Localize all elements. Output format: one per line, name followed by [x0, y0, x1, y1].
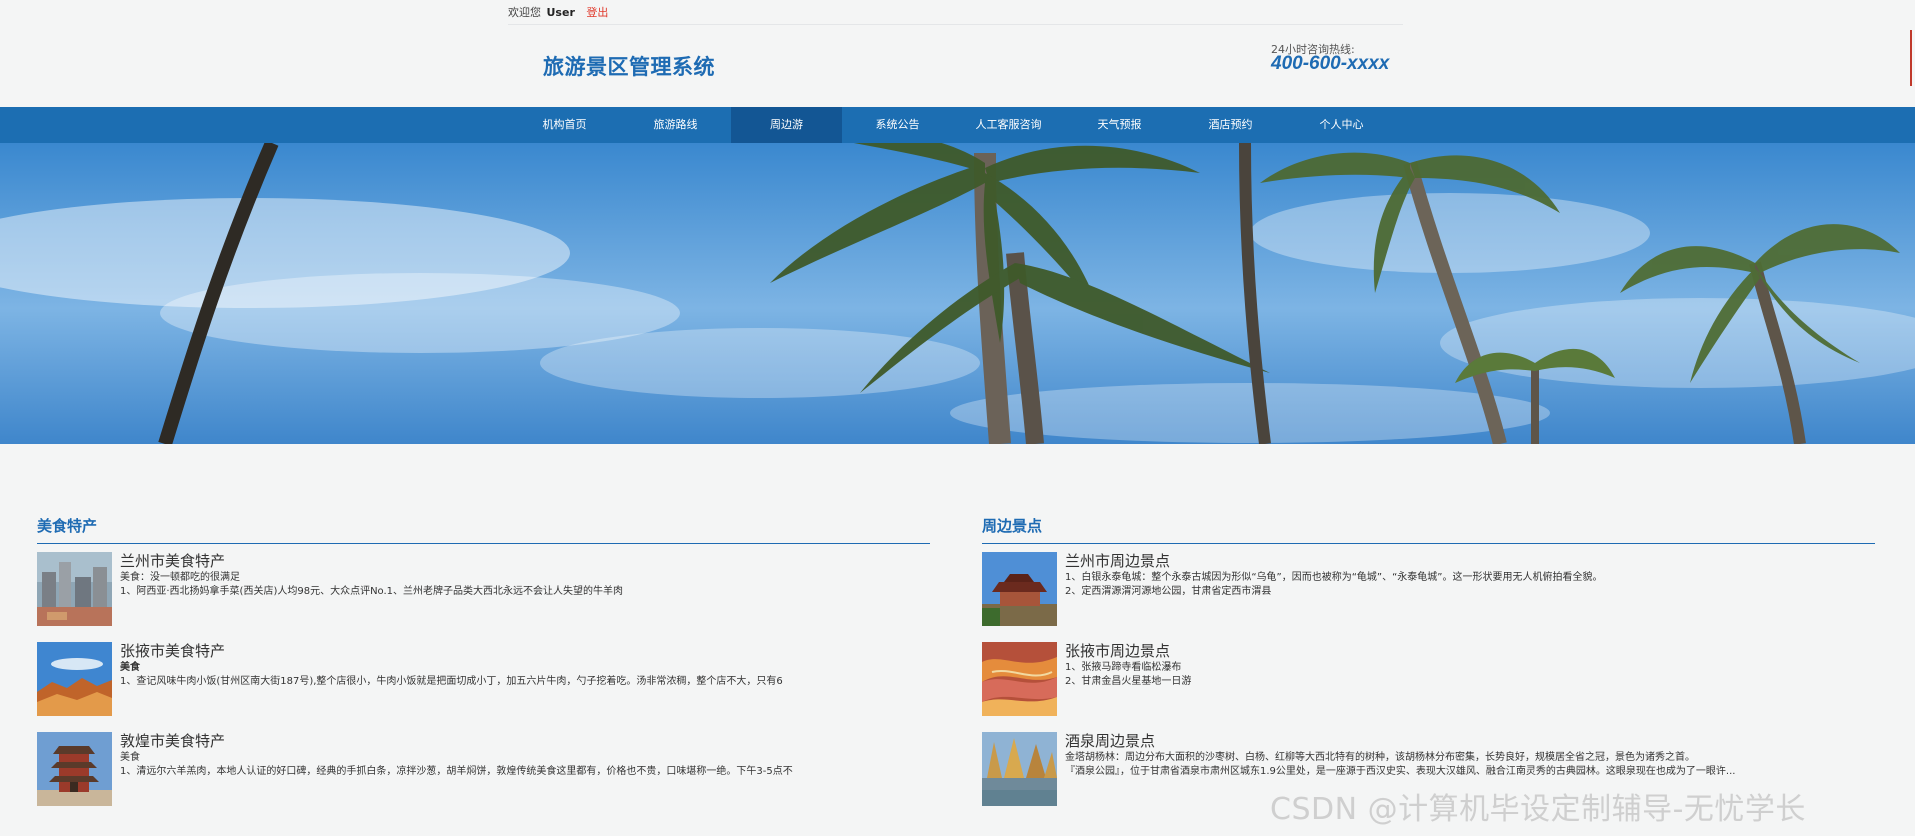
spot-item-title[interactable]: 张掖市周边景点	[1065, 642, 1875, 661]
hotline-number: 400-600-xxxx	[1271, 53, 1390, 74]
spot-item-title[interactable]: 兰州市周边景点	[1065, 552, 1875, 571]
food-item-subtitle: 美食	[120, 662, 140, 673]
spot-item-line-2: 2、定西渭源渭河源地公园，甘肃省定西市渭县	[1065, 586, 1272, 597]
nav-item-hotel[interactable]: 酒店预约	[1175, 107, 1286, 143]
food-item-description: 1、查记风味牛肉小饭(甘州区南大街187号),整个店很小，牛肉小饭就是把面切成小…	[120, 676, 783, 687]
spots-section: 周边景点 兰州市周边景点 1、白银永泰龟城：整个永泰古城因为形似“乌龟”，因而也…	[982, 514, 1875, 814]
spot-item-lanzhou[interactable]: 兰州市周边景点 1、白银永泰龟城：整个永泰古城因为形似“乌龟”，因而也被称为“龟…	[982, 552, 1875, 634]
food-thumbnail-zhangye[interactable]	[37, 642, 112, 716]
food-item-title[interactable]: 张掖市美食特产	[120, 642, 930, 661]
food-item-lanzhou[interactable]: 兰州市美食特产 美食：没一顿都吃的很满足 1、阿西亚·西北扬妈拿手菜(西关店)人…	[37, 552, 930, 634]
spot-thumbnail-jiuquan[interactable]	[982, 732, 1057, 806]
welcome-text: 欢迎您	[508, 6, 541, 19]
food-item-title[interactable]: 敦煌市美食特产	[120, 732, 930, 751]
food-item-zhangye[interactable]: 张掖市美食特产 美食 1、查记风味牛肉小饭(甘州区南大街187号),整个店很小，…	[37, 642, 930, 724]
food-item-description: 1、阿西亚·西北扬妈拿手菜(西关店)人均98元、大众点评No.1、兰州老牌子品类…	[120, 586, 624, 597]
nav-item-weather[interactable]: 天气预报	[1064, 107, 1175, 143]
food-item-subtitle: 美食：没一顿都吃的很满足	[120, 572, 240, 583]
nav-item-home[interactable]: 机构首页	[509, 107, 620, 143]
food-item-subtitle: 美食	[120, 752, 140, 763]
spot-thumbnail-zhangye[interactable]	[982, 642, 1057, 716]
spot-item-title[interactable]: 酒泉周边景点	[1065, 732, 1875, 751]
nav-item-customer-service[interactable]: 人工客服咨询	[953, 107, 1064, 143]
banner-image	[0, 143, 1915, 444]
food-item-dunhuang[interactable]: 敦煌市美食特产 美食 1、清远尔六羊羔肉，本地人认证的好口碑，经典的手抓白条，凉…	[37, 732, 930, 814]
food-item-description: 1、清远尔六羊羔肉，本地人认证的好口碑，经典的手抓白条，凉拌沙葱，胡羊焖饼，敦煌…	[120, 766, 793, 777]
spot-thumbnail-lanzhou[interactable]	[982, 552, 1057, 626]
spot-item-line-1: 1、张掖马蹄寺看临松瀑布	[1065, 662, 1182, 673]
spot-item-zhangye[interactable]: 张掖市周边景点 1、张掖马蹄寺看临松瀑布 2、甘肃金昌火星基地一日游	[982, 642, 1875, 724]
top-bar: 欢迎您 User 登出	[508, 5, 1403, 25]
nav-item-profile[interactable]: 个人中心	[1286, 107, 1397, 143]
spot-item-line-2: 2、甘肃金昌火星基地一日游	[1065, 676, 1192, 687]
food-item-title[interactable]: 兰州市美食特产	[120, 552, 930, 571]
site-header: 旅游景区管理系统 24小时咨询热线: 400-600-xxxx	[0, 26, 1915, 107]
spot-item-line-1: 1、白银永泰龟城：整个永泰古城因为形似“乌龟”，因而也被称为“龟城”、“永泰龟城…	[1065, 572, 1603, 583]
logout-link[interactable]: 登出	[586, 6, 608, 19]
spot-item-line-2: 『酒泉公园』，位于甘肃省酒泉市肃州区城东1.9公里处，是一座源于西汉史实、表现大…	[1065, 766, 1736, 777]
food-section: 美食特产 兰州市美食特产 美食：没一顿都吃的很满足 1、阿西亚·西北扬妈拿手菜(…	[37, 514, 930, 814]
spots-section-title: 周边景点	[982, 514, 1875, 544]
spot-item-line-1: 金塔胡杨林：周边分布大面积的沙枣树、白杨、红柳等大西北特有的树种，该胡杨林分布密…	[1065, 752, 1695, 763]
main-nav: 机构首页 旅游路线 周边游 系统公告 人工客服咨询 天气预报 酒店预约 个人中心	[0, 107, 1915, 143]
watermark-text: CSDN @计算机毕设定制辅导-无忧学长	[1270, 792, 1806, 827]
site-title[interactable]: 旅游景区管理系统	[543, 51, 715, 81]
food-section-title: 美食特产	[37, 514, 930, 544]
username: User	[546, 6, 575, 19]
nav-item-announcements[interactable]: 系统公告	[842, 107, 953, 143]
food-thumbnail-lanzhou[interactable]	[37, 552, 112, 626]
food-thumbnail-dunhuang[interactable]	[37, 732, 112, 806]
nav-item-routes[interactable]: 旅游路线	[620, 107, 731, 143]
nav-item-nearby[interactable]: 周边游	[731, 107, 842, 143]
